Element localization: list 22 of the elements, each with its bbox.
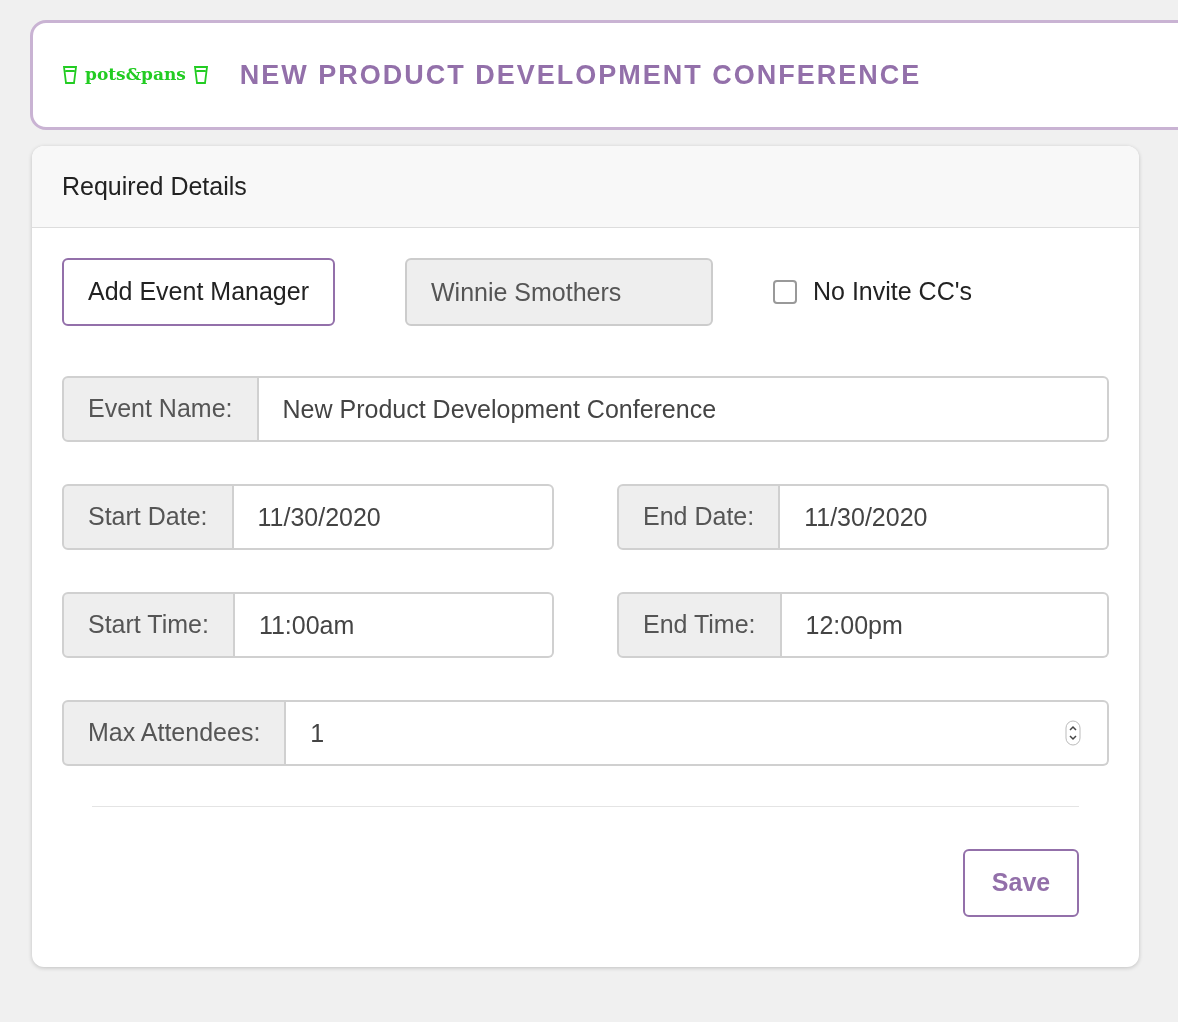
save-button[interactable]: Save bbox=[963, 849, 1079, 917]
checkbox-label: No Invite CC's bbox=[813, 276, 972, 308]
page-title: NEW PRODUCT DEVELOPMENT CONFERENCE bbox=[239, 58, 922, 92]
input-field[interactable]: 11/30/2020 bbox=[233, 484, 554, 550]
field-label: End Time: bbox=[617, 592, 782, 658]
field-label: Start Time: bbox=[62, 592, 235, 658]
input-field[interactable]: 12:00pm bbox=[781, 592, 1109, 658]
input-field[interactable]: 1 bbox=[286, 700, 1109, 766]
card-title: Required Details bbox=[62, 170, 247, 202]
field-label: End Date: bbox=[617, 484, 781, 550]
input-field[interactable]: 11/30/2020 bbox=[780, 484, 1109, 550]
field-label: Start Date: bbox=[62, 484, 234, 550]
cup-icon bbox=[63, 66, 77, 84]
input-field[interactable]: New Product Development Conference bbox=[258, 376, 1109, 442]
add-manager-button[interactable]: Add Event Manager bbox=[62, 258, 335, 326]
checkbox[interactable] bbox=[773, 280, 797, 304]
field-label: Max Attendees: bbox=[62, 700, 287, 766]
spinner-icon[interactable] bbox=[1065, 720, 1081, 746]
cup-icon bbox=[193, 66, 208, 84]
input-field[interactable]: 11:00am bbox=[234, 592, 554, 658]
logo-text: pots&pans bbox=[85, 63, 186, 87]
field-label: Event Name: bbox=[62, 376, 259, 442]
